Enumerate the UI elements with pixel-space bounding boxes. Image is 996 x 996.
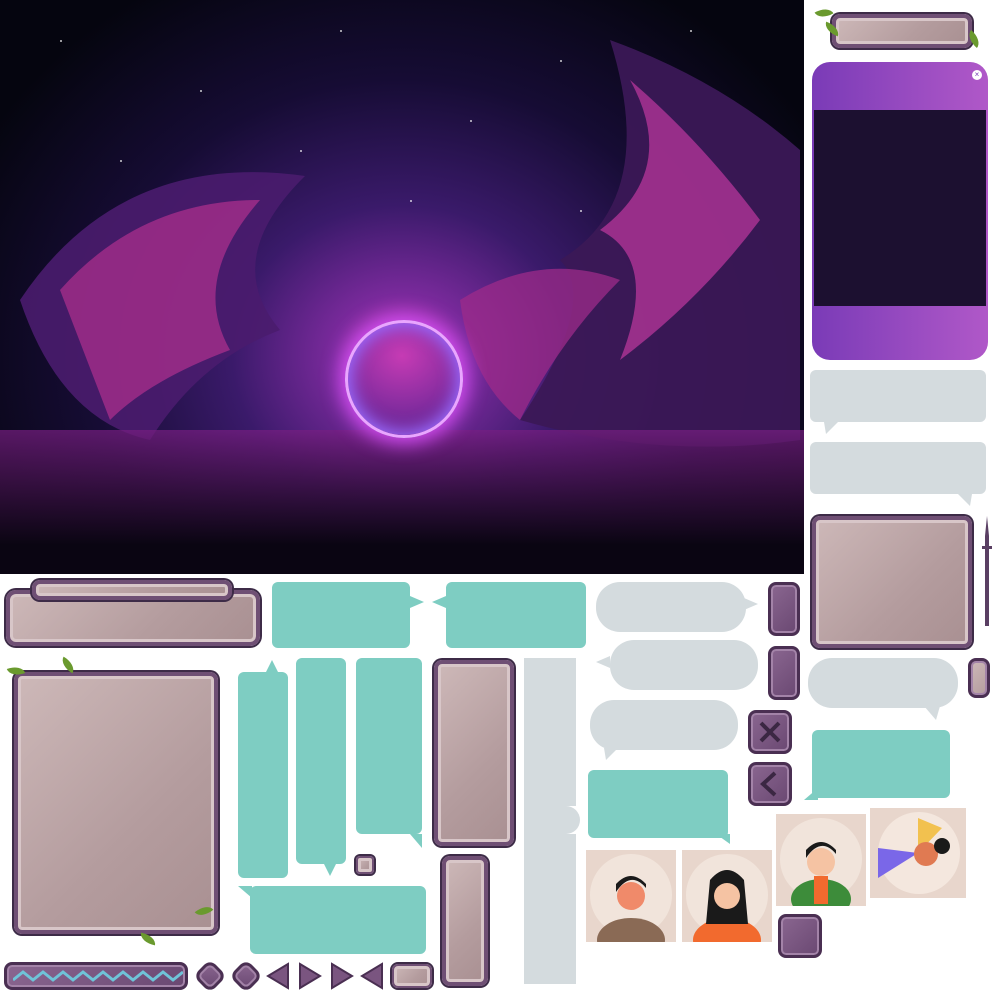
stone-narrow-panel	[442, 856, 488, 986]
teal-speech-bubble	[446, 582, 586, 648]
stone-vertical-tab[interactable]	[768, 646, 800, 700]
bubble-tail	[958, 494, 972, 506]
large-stone-panel	[14, 672, 218, 934]
bubble-tail	[238, 886, 252, 898]
teal-vertical-bubble	[356, 658, 422, 834]
stone-panel	[812, 516, 972, 648]
purple-dialog-frame: ×	[812, 62, 988, 360]
leaf-decoration	[58, 656, 78, 674]
bubble-tail	[804, 788, 818, 800]
grey-pill-bubble	[590, 700, 738, 750]
triangle-left-icon[interactable]	[360, 962, 384, 990]
grey-pill-bubble	[610, 640, 758, 690]
grey-pill-bubble	[596, 582, 746, 632]
close-icon[interactable]: ×	[972, 70, 982, 80]
grey-vertical-bubble	[524, 834, 576, 984]
teal-speech-bubble	[588, 770, 728, 838]
grey-speech-bubble	[810, 442, 986, 494]
close-button[interactable]	[748, 710, 792, 754]
diamond-icon[interactable]	[229, 959, 263, 993]
bubble-tail	[824, 422, 838, 434]
chevron-left-icon	[760, 771, 777, 797]
bubble-tail	[744, 598, 758, 610]
grey-pill-bubble	[808, 658, 958, 708]
stone-vertical-tab[interactable]	[768, 582, 800, 636]
bubble-tail	[432, 596, 446, 608]
back-button[interactable]	[748, 762, 792, 806]
bubble-tail	[604, 748, 618, 760]
neon-portal-scene	[0, 0, 804, 574]
grey-vertical-bubble	[524, 658, 576, 806]
bubble-tail	[924, 706, 940, 720]
small-stone-banner[interactable]	[832, 14, 972, 48]
bubble-tail	[596, 656, 610, 668]
teal-speech-bubble	[812, 730, 950, 798]
tiny-stone-button[interactable]	[356, 856, 374, 874]
avatar-woman-bun[interactable]	[870, 808, 966, 898]
triangle-left-icon[interactable]	[266, 962, 290, 990]
teal-vertical-bubble	[238, 672, 288, 878]
sword-icon	[982, 516, 992, 626]
diamond-icon[interactable]	[193, 959, 227, 993]
leaf-decoration	[139, 932, 157, 946]
small-stone-button[interactable]	[392, 964, 432, 988]
bubble-tail	[716, 834, 730, 844]
teal-speech-bubble	[250, 886, 426, 954]
avatar-man-green[interactable]	[776, 814, 866, 906]
triangle-right-icon[interactable]	[330, 962, 354, 990]
grey-connector	[524, 806, 580, 834]
teal-vertical-bubble	[296, 658, 346, 864]
bubble-tail	[410, 834, 422, 848]
bubble-tail	[410, 596, 424, 608]
triangle-right-icon[interactable]	[298, 962, 322, 990]
avatar-man-brown[interactable]	[586, 850, 676, 942]
bubble-tail	[266, 660, 278, 672]
avatar-woman-orange[interactable]	[682, 850, 772, 942]
x-icon	[759, 721, 781, 743]
stone-small-tab[interactable]	[968, 658, 990, 698]
leaf-decoration	[814, 4, 834, 22]
teal-speech-bubble	[272, 582, 410, 648]
stone-tall-panel	[434, 660, 514, 846]
neon-ring	[345, 320, 463, 438]
pattern-bar	[4, 962, 188, 990]
bubble-tail	[324, 864, 336, 876]
grey-speech-bubble	[810, 370, 986, 422]
stone-square-button[interactable]	[778, 914, 822, 958]
purple-dialog-content	[814, 110, 986, 306]
stone-ribbon-top	[32, 580, 232, 600]
